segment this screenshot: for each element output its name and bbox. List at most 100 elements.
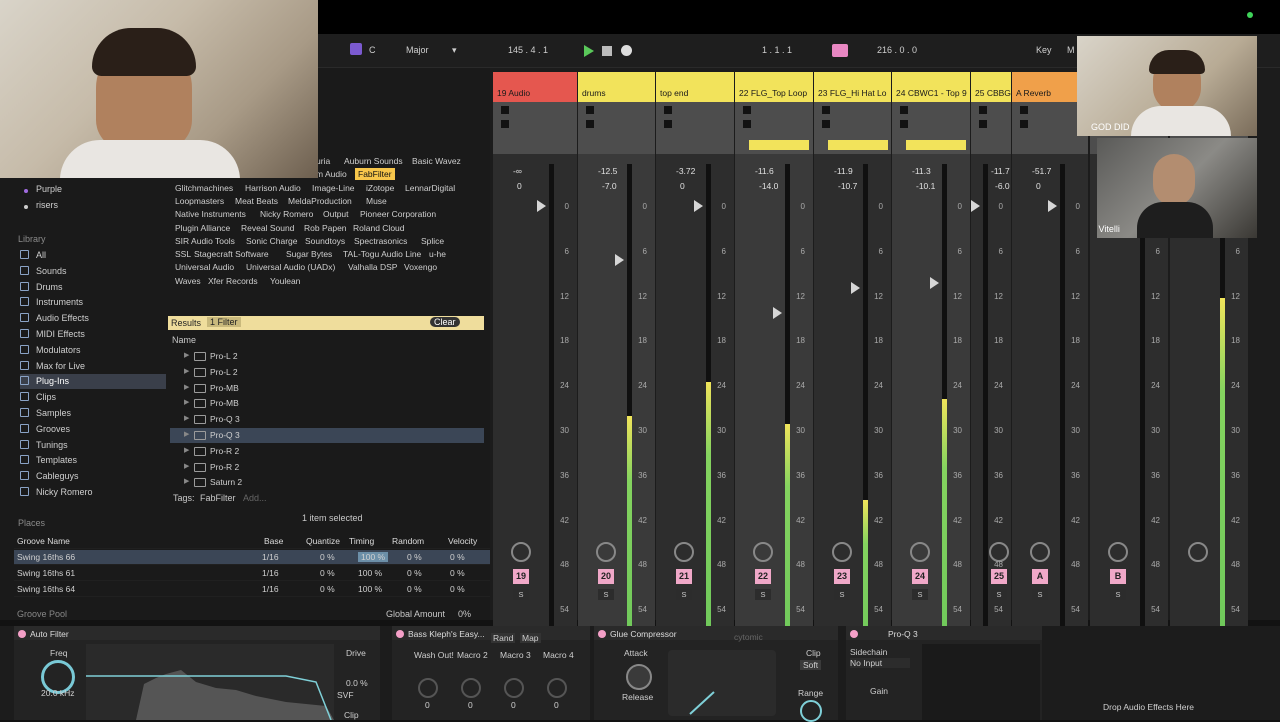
groove-column-header[interactable]: Velocity bbox=[448, 536, 477, 546]
expand-arrow-icon[interactable]: ▶ bbox=[184, 383, 189, 391]
device-power-toggle[interactable] bbox=[396, 630, 404, 638]
plugin-result-row[interactable]: ▶ Pro-L 2 bbox=[170, 349, 484, 364]
library-item-max-for-live[interactable]: Max for Live bbox=[20, 359, 166, 374]
tag-chip[interactable]: Harrison Audio bbox=[242, 182, 304, 194]
groove-column-header[interactable]: Groove Name bbox=[17, 536, 70, 546]
plugin-result-row[interactable]: ▶ Pro-Q 3 bbox=[170, 412, 484, 427]
library-item-clips[interactable]: Clips bbox=[20, 390, 166, 405]
expand-arrow-icon[interactable]: ▶ bbox=[184, 446, 189, 454]
tag-chip[interactable]: Roland Cloud bbox=[350, 222, 408, 234]
tag-chip[interactable]: Meat Beats bbox=[232, 195, 281, 207]
clip-stop-button[interactable] bbox=[664, 120, 672, 128]
send-knob[interactable] bbox=[674, 542, 694, 562]
tag-chip[interactable]: LennarDigital bbox=[402, 182, 458, 194]
groove-timing[interactable]: 100 % bbox=[358, 552, 389, 562]
send-knob[interactable] bbox=[1108, 542, 1128, 562]
key-map-button[interactable]: Key bbox=[1036, 45, 1052, 55]
groove-base[interactable]: 1/16 bbox=[262, 552, 279, 562]
groove-row[interactable]: Swing 16ths 64 1/16 0 % 100 % 0 % 0 % bbox=[14, 582, 490, 597]
tempo-value[interactable]: 145 . 4 . 1 bbox=[508, 45, 548, 55]
tag-chip[interactable]: Loopmasters bbox=[172, 195, 227, 207]
send-knob[interactable] bbox=[1188, 542, 1208, 562]
track-activator-button[interactable]: A bbox=[1032, 569, 1048, 584]
tag-chip[interactable]: Stagecraft Software bbox=[191, 248, 272, 260]
tag-chip[interactable]: FabFilter bbox=[355, 168, 395, 181]
tag-chip[interactable]: u-he bbox=[426, 248, 449, 260]
volume-fader-handle[interactable] bbox=[851, 282, 860, 294]
plugin-result-row[interactable]: ▶ Pro-Q 3 bbox=[170, 428, 484, 443]
track-pan[interactable]: 0 bbox=[1036, 181, 1041, 191]
plugin-result-row[interactable]: ▶ Pro-R 2 bbox=[170, 444, 484, 459]
tag-chip[interactable]: Valhalla DSP bbox=[345, 261, 400, 273]
track-pan[interactable]: -10.7 bbox=[838, 181, 857, 191]
tag-chip[interactable]: TAL-Togu Audio Line bbox=[340, 248, 424, 260]
groove-base[interactable]: 1/16 bbox=[262, 584, 279, 594]
tag-chip[interactable]: Image-Line bbox=[309, 182, 358, 194]
track-activator-button[interactable]: 21 bbox=[676, 569, 692, 584]
playing-clip[interactable] bbox=[906, 140, 966, 150]
tag-chip[interactable]: Voxengo bbox=[401, 261, 440, 273]
tag-chip[interactable]: Glitchmachines bbox=[172, 182, 236, 194]
expand-arrow-icon[interactable]: ▶ bbox=[184, 462, 189, 470]
track-pan[interactable]: -6.0 bbox=[995, 181, 1010, 191]
clip-slots[interactable] bbox=[656, 102, 734, 154]
drive-value[interactable]: 0.0 % bbox=[346, 678, 368, 688]
send-knob[interactable] bbox=[511, 542, 531, 562]
macro-knob[interactable] bbox=[504, 678, 524, 698]
groove-column-header[interactable]: Timing bbox=[349, 536, 374, 546]
plugin-result-row[interactable]: ▶ Pro-MB bbox=[170, 396, 484, 411]
library-item-modulators[interactable]: Modulators bbox=[20, 343, 166, 358]
clip-stop-button[interactable] bbox=[743, 106, 751, 114]
plugin-result-row[interactable]: ▶ Pro-L 2 bbox=[170, 365, 484, 380]
tag-chip[interactable]: Nicky Romero bbox=[257, 208, 316, 220]
rand-button[interactable]: Rand bbox=[491, 633, 516, 643]
groove-velocity[interactable]: 0 % bbox=[450, 584, 465, 594]
tag-chip[interactable]: SIR Audio Tools bbox=[172, 235, 238, 247]
clip-slots[interactable] bbox=[892, 102, 970, 154]
send-knob[interactable] bbox=[832, 542, 852, 562]
scale-chevron-icon[interactable]: ▾ bbox=[452, 45, 457, 56]
track-activator-button[interactable]: 24 bbox=[912, 569, 928, 584]
play-button[interactable] bbox=[584, 45, 594, 57]
macro-knob[interactable] bbox=[547, 678, 567, 698]
send-knob[interactable] bbox=[1030, 542, 1050, 562]
macro-knob[interactable] bbox=[418, 678, 438, 698]
global-amount-value[interactable]: 0% bbox=[458, 609, 471, 619]
tag-chip[interactable]: Plugin Alliance bbox=[172, 222, 233, 234]
name-column-header[interactable]: Name bbox=[172, 335, 196, 345]
library-item-all[interactable]: All bbox=[20, 248, 166, 263]
tag-chip[interactable]: Universal Audio bbox=[172, 261, 237, 273]
tag-chip[interactable]: Waves bbox=[172, 275, 204, 287]
groove-quantize[interactable]: 0 % bbox=[320, 584, 335, 594]
track-pan[interactable]: -10.1 bbox=[916, 181, 935, 191]
volume-fader-handle[interactable] bbox=[537, 200, 546, 212]
groove-column-header[interactable]: Base bbox=[264, 536, 283, 546]
volume-fader-handle[interactable] bbox=[694, 200, 703, 212]
groove-row[interactable]: Swing 16ths 66 1/16 0 % 100 % 0 % 0 % bbox=[14, 550, 490, 565]
volume-fader-handle[interactable] bbox=[1048, 200, 1057, 212]
macro-knob[interactable] bbox=[461, 678, 481, 698]
track-activator-button[interactable]: 25 bbox=[991, 569, 1007, 584]
expand-arrow-icon[interactable]: ▶ bbox=[184, 351, 189, 359]
solo-button[interactable]: S bbox=[755, 589, 771, 600]
solo-button[interactable]: S bbox=[834, 589, 850, 600]
groove-quantize[interactable]: 0 % bbox=[320, 568, 335, 578]
solo-button[interactable]: S bbox=[912, 589, 928, 600]
send-knob[interactable] bbox=[753, 542, 773, 562]
groove-timing[interactable]: 100 % bbox=[358, 584, 382, 594]
device-power-toggle[interactable] bbox=[598, 630, 606, 638]
key-root-value[interactable]: C bbox=[369, 45, 376, 55]
track-volume[interactable]: -∞ bbox=[513, 166, 522, 176]
tag-chip[interactable]: Output bbox=[320, 208, 352, 220]
tag-chip[interactable]: Pioneer Corporation bbox=[357, 208, 439, 220]
clip-stop-button[interactable] bbox=[900, 120, 908, 128]
tag-chip[interactable]: Rob Papen bbox=[301, 222, 350, 234]
tag-chip[interactable]: Soundtoys bbox=[302, 235, 348, 247]
clip-stop-button[interactable] bbox=[586, 106, 594, 114]
tag-chip[interactable]: Basic Wavez bbox=[409, 155, 464, 167]
clip-stop-button[interactable] bbox=[822, 120, 830, 128]
tag-chip[interactable]: Reveal Sound bbox=[238, 222, 297, 234]
track-volume[interactable]: -11.3 bbox=[912, 166, 931, 176]
volume-fader-handle[interactable] bbox=[971, 200, 980, 212]
track-activator-button[interactable]: 19 bbox=[513, 569, 529, 584]
